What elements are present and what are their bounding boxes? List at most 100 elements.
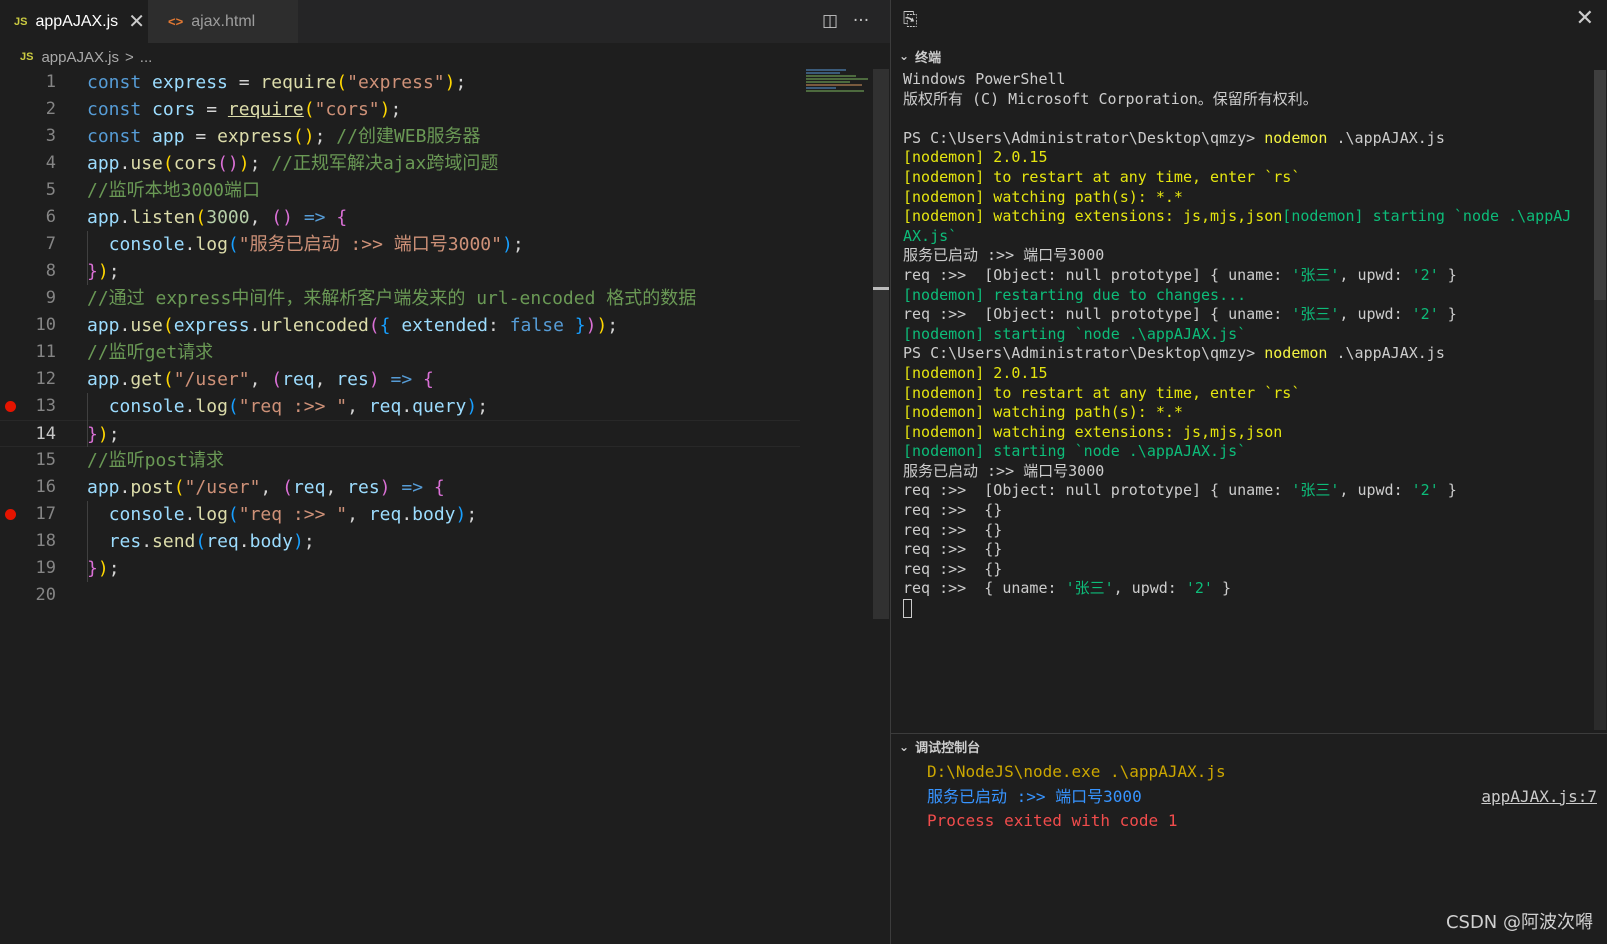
code-token: get: [130, 369, 163, 390]
code-line[interactable]: 18 res.send(req.body);: [0, 528, 800, 555]
code-token: app: [87, 207, 120, 228]
terminal-scrollbar-thumb[interactable]: [1594, 70, 1606, 300]
code-token: ;: [314, 126, 337, 147]
code-line[interactable]: 1 const express = require("express");: [0, 69, 800, 96]
code-line[interactable]: 7 console.log("服务已启动 :>> 端口号3000");: [0, 231, 800, 258]
code-token: require: [260, 72, 337, 93]
code-line[interactable]: 19});: [0, 555, 800, 582]
code-token: const: [87, 99, 153, 120]
terminal-text: , upwd:: [1339, 305, 1412, 324]
code-token: (: [162, 369, 174, 390]
code-token: ;: [108, 558, 120, 579]
code-line[interactable]: 4 app.use(cors()); //正规军解决ajax跨域问题: [0, 150, 800, 177]
terminal-line: req :>> {}: [903, 560, 1593, 580]
terminal-title: 终端: [915, 50, 942, 66]
code-line[interactable]: 10 app.use(express.urlencoded({ extended:…: [0, 312, 800, 339]
code-area[interactable]: 1 const express = require("express"); 2 con…: [0, 69, 800, 609]
debug-console-output[interactable]: D:\NodeJS\node.exe .\appAJAX.js 服务已启动 :>>…: [927, 760, 1597, 834]
code-token: log: [195, 234, 228, 255]
code-token: .: [119, 477, 131, 498]
editor-scrollbar[interactable]: [873, 69, 889, 619]
terminal-section-header[interactable]: ⌄ 终端: [891, 44, 1607, 68]
code-token: ;: [249, 153, 272, 174]
close-icon[interactable]: ✕: [1576, 6, 1594, 31]
terminal-text: [nodemon] watching path(s): *.*: [903, 187, 1183, 206]
editor-pane: JS appAJAX.js ✕ <> ajax.html ◫ ··· JS ap…: [0, 0, 890, 944]
terminal-text: '2': [1411, 265, 1439, 284]
code-token: (: [195, 531, 207, 552]
code-token: =: [184, 126, 218, 147]
breadcrumb-symbol[interactable]: ...: [140, 49, 153, 66]
breadcrumb-file[interactable]: appAJAX.js: [41, 49, 119, 66]
indent-guide: [87, 231, 88, 285]
code-token: query: [412, 396, 467, 417]
code-line[interactable]: 9 //通过 express中间件，来解析客户端发来的 url-encoded 格…: [0, 285, 800, 312]
tab-appajax-js[interactable]: JS appAJAX.js ✕: [0, 0, 148, 43]
code-token: log: [195, 396, 228, 417]
code-token: =>: [390, 369, 413, 390]
code-token: ,: [325, 477, 348, 498]
code-line[interactable]: 13 console.log("req :>> ", req.query);: [0, 393, 800, 420]
code-token: "/user": [173, 369, 250, 390]
code-token: ,: [347, 504, 369, 525]
terminal-line: [nodemon] 2.0.15: [903, 148, 1593, 168]
split-editor-icon[interactable]: ◫: [817, 8, 843, 34]
code-line[interactable]: 5 //监听本地3000端口: [0, 177, 800, 204]
code-token: //通过 express中间件，来解析客户端发来的 url-encoded 格式…: [87, 288, 697, 309]
terminal-line: Windows PowerShell: [903, 70, 1593, 90]
terminal-prompt-line[interactable]: [903, 599, 1593, 619]
terminal-text: [nodemon] watching path(s): *.*: [903, 403, 1183, 422]
chevron-down-icon: ⌄: [899, 49, 910, 63]
terminal-output[interactable]: Windows PowerShell 版权所有 (C) Microsoft Cor…: [903, 70, 1593, 619]
code-token: req: [206, 531, 239, 552]
code-token: ,: [260, 477, 283, 498]
code-token: req: [292, 477, 326, 498]
code-line[interactable]: 8});: [0, 258, 800, 285]
code-token: {: [379, 315, 391, 336]
minimap[interactable]: [806, 69, 872, 99]
code-line[interactable]: 17 console.log("req :>> ", req.body);: [0, 501, 800, 528]
code-token: (: [195, 207, 207, 228]
code-line[interactable]: 14});: [0, 420, 800, 447]
code-text: //通过 express中间件，来解析客户端发来的 url-encoded 格式…: [87, 285, 696, 312]
code-text: });: [87, 258, 120, 285]
code-token: console: [108, 504, 185, 525]
line-number: 4: [45, 153, 56, 173]
terminal-line: PS C:\Users\Administrator\Desktop\qmzy> …: [903, 344, 1593, 364]
debug-console-section-header[interactable]: ⌄ 调试控制台: [891, 733, 1607, 759]
line-number: 5: [45, 180, 56, 200]
source-link[interactable]: appAJAX.js:7: [1481, 785, 1597, 810]
code-line[interactable]: 11 //监听get请求: [0, 339, 800, 366]
code-token: (: [271, 369, 283, 390]
code-token: post: [130, 477, 174, 498]
code-line[interactable]: 16 app.post("/user", (req, res) => {: [0, 474, 800, 501]
run-debug-icon[interactable]: ⎘: [903, 9, 917, 30]
terminal-text: }: [1212, 579, 1232, 598]
code-line[interactable]: 20: [0, 582, 800, 609]
more-actions-icon[interactable]: ···: [848, 8, 874, 34]
code-line[interactable]: 12 app.get("/user", (req, res) => {: [0, 366, 800, 393]
code-token: ): [368, 369, 380, 390]
code-line[interactable]: 6 app.listen(3000, () => {: [0, 204, 800, 231]
chevron-right-icon: >: [125, 48, 134, 66]
code-text: });: [87, 555, 120, 582]
tab-ajax-html[interactable]: <> ajax.html: [148, 0, 298, 43]
code-line[interactable]: 15 //监听post请求: [0, 447, 800, 474]
close-icon[interactable]: ✕: [128, 9, 145, 34]
code-line[interactable]: 3 const app = express(); //创建WEB服务器: [0, 123, 800, 150]
line-number: 8: [45, 261, 56, 281]
terminal-text: [nodemon] restarting due to changes...: [903, 285, 1247, 304]
code-token: .: [119, 153, 131, 174]
code-line[interactable]: 2 const cors = require("cors");: [0, 96, 800, 123]
terminal-text: }: [1438, 305, 1457, 324]
code-token: (): [292, 126, 315, 147]
watermark: CSDN @阿波次嘚: [1445, 912, 1593, 933]
terminal-line: req :>> { uname: '张三', upwd: '2' }: [903, 579, 1593, 599]
terminal-line: req :>> {}: [903, 540, 1593, 560]
terminal-line: req :>> {}: [903, 521, 1593, 541]
code-token: .: [401, 396, 413, 417]
code-text: //监听post请求: [87, 447, 224, 474]
